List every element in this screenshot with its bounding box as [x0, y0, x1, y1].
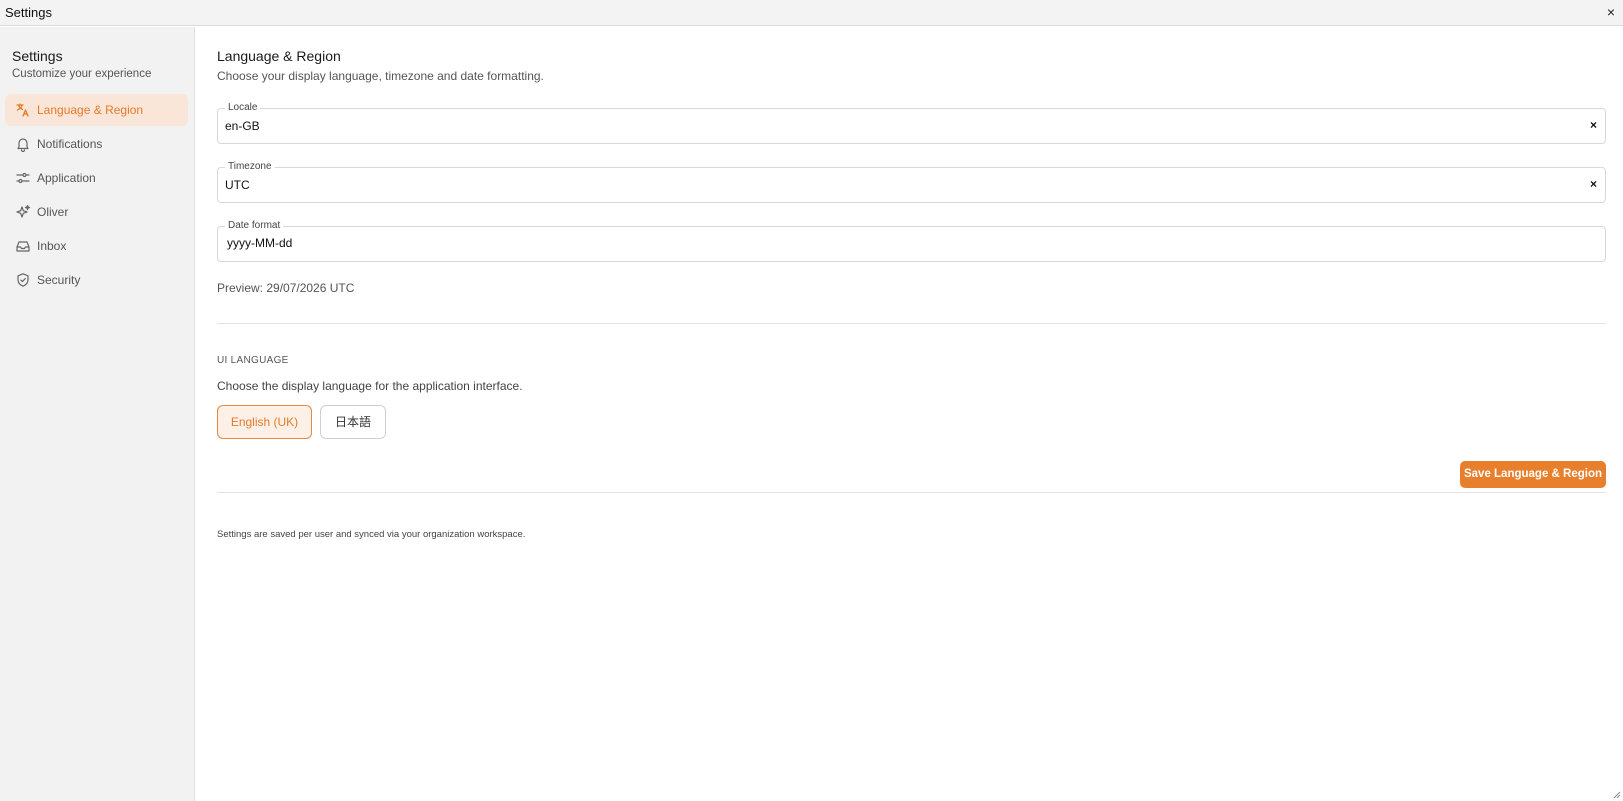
- date-preview: Preview: 29/07/2026 UTC: [217, 281, 355, 295]
- timezone-clear-icon[interactable]: ×: [1590, 177, 1597, 191]
- sidebar-item-application[interactable]: Application: [5, 162, 188, 194]
- sidebar-title: Settings: [12, 48, 63, 64]
- bell-icon: [15, 136, 31, 152]
- sliders-icon: [15, 170, 31, 186]
- sidebar-item-language-region[interactable]: Language & Region: [5, 94, 188, 126]
- locale-label: Locale: [225, 102, 261, 114]
- sidebar-item-oliver[interactable]: Oliver: [5, 196, 188, 228]
- save-language-region-button[interactable]: Save Language & Region: [1460, 461, 1606, 488]
- locale-clear-icon[interactable]: ×: [1590, 118, 1597, 132]
- locale-value[interactable]: en-GB: [225, 119, 260, 133]
- inbox-icon: [15, 238, 31, 254]
- date-format-field[interactable]: Date format: [217, 220, 1606, 262]
- language-option-japanese[interactable]: 日本語: [320, 405, 386, 439]
- sparkles-icon: [15, 204, 31, 220]
- section-divider: [217, 323, 1606, 324]
- page-subtitle: Choose your display language, timezone a…: [217, 69, 544, 83]
- sidebar-item-label: Language & Region: [37, 103, 144, 117]
- date-format-input[interactable]: [227, 236, 1587, 250]
- date-format-label: Date format: [225, 220, 284, 232]
- sidebar-item-label: Application: [37, 171, 96, 185]
- window-title: Settings: [5, 5, 52, 20]
- timezone-label: Timezone: [225, 161, 275, 173]
- resize-grip-icon[interactable]: [1613, 791, 1621, 799]
- sidebar: Settings Customize your experience Langu…: [0, 27, 195, 801]
- timezone-field[interactable]: Timezone UTC ×: [217, 161, 1606, 203]
- sidebar-item-label: Security: [37, 273, 81, 287]
- sidebar-item-label: Oliver: [37, 205, 69, 219]
- close-icon[interactable]: ×: [1603, 3, 1619, 21]
- sidebar-item-label: Inbox: [37, 239, 67, 253]
- ui-language-description: Choose the display language for the appl…: [217, 379, 523, 393]
- sidebar-nav: Language & Region Notifications Applicat…: [5, 94, 188, 298]
- sidebar-subtitle: Customize your experience: [12, 68, 152, 80]
- ui-language-heading: UI LANGUAGE: [217, 355, 289, 366]
- footer-divider: [217, 492, 1606, 493]
- translate-icon: [15, 102, 31, 118]
- sidebar-item-notifications[interactable]: Notifications: [5, 128, 188, 160]
- sidebar-item-inbox[interactable]: Inbox: [5, 230, 188, 262]
- footer-note: Settings are saved per user and synced v…: [217, 529, 526, 540]
- main-panel: Language & Region Choose your display la…: [195, 27, 1623, 801]
- sidebar-item-security[interactable]: Security: [5, 264, 188, 296]
- language-option-english-uk[interactable]: English (UK): [217, 405, 312, 439]
- timezone-value[interactable]: UTC: [225, 178, 250, 192]
- window-titlebar: Settings ×: [0, 0, 1623, 26]
- page-title: Language & Region: [217, 48, 341, 64]
- shield-icon: [15, 272, 31, 288]
- locale-field[interactable]: Locale en-GB ×: [217, 102, 1606, 144]
- sidebar-item-label: Notifications: [37, 137, 103, 151]
